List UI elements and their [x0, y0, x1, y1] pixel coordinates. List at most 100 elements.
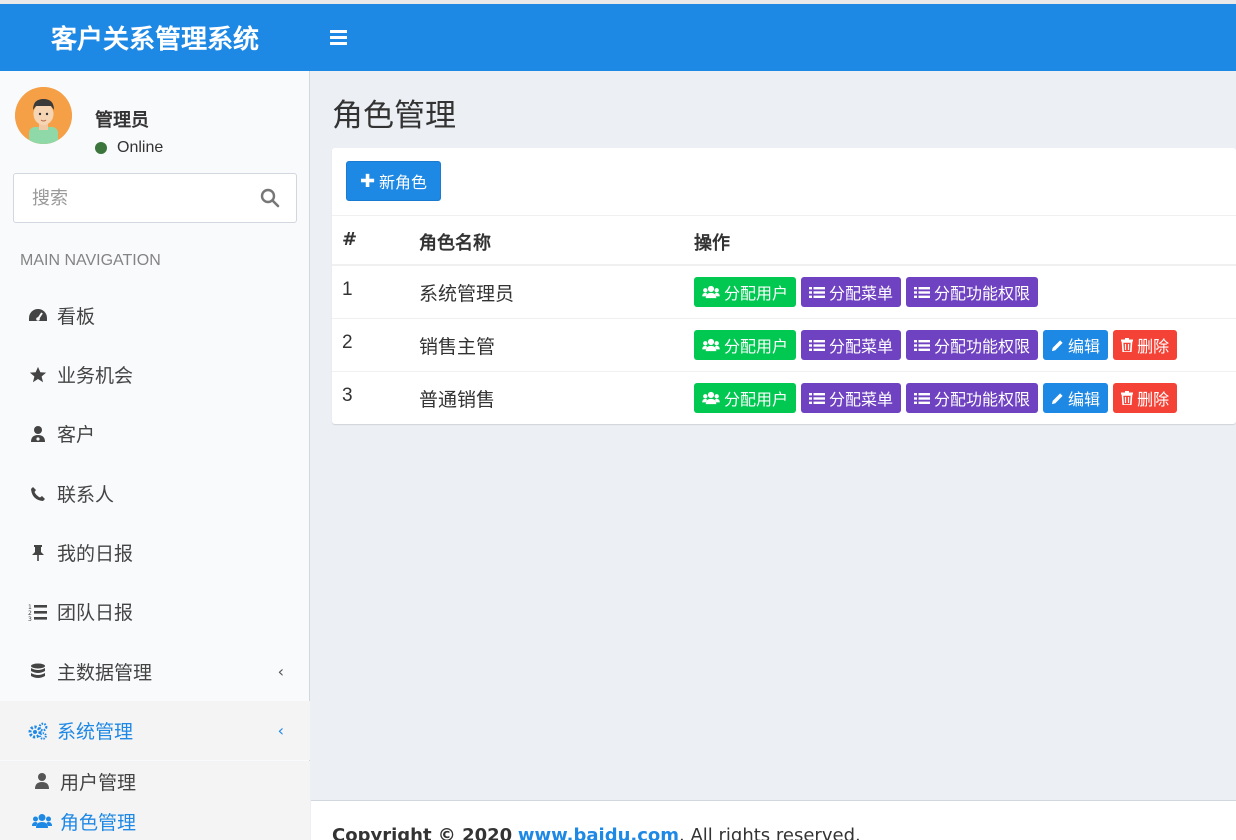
table-header: # 角色名称 操作 [332, 215, 1236, 266]
row-actions: 分配用户 分配菜单 分配功能权限 [694, 277, 1039, 307]
edit-button[interactable]: 编辑 [1043, 383, 1109, 413]
header: 客户关系管理系统 [0, 4, 1236, 71]
users-icon [702, 285, 720, 299]
row-actions: 分配用户 分配菜单 分配功能权限 编辑 删除 [694, 330, 1178, 360]
sidebar-item-customers[interactable]: 客户 [0, 404, 310, 463]
sidebar-item-contacts[interactable]: 联系人 [0, 464, 310, 523]
footer-link[interactable]: www.baidu.com [518, 825, 679, 840]
assign-menu-button[interactable]: 分配菜单 [801, 383, 902, 413]
star-icon [28, 365, 48, 385]
copyright-text: Copyright © 2020 [332, 825, 513, 840]
table-row: 2 销售主管 分配用户 分配菜单 分配功能权限 编辑 删除 [332, 319, 1236, 372]
assign-users-button[interactable]: 分配用户 [694, 383, 797, 413]
column-header-role-name: 角色名称 [419, 233, 491, 254]
thumbtack-icon [28, 543, 48, 563]
role-table-box: ✚ 新角色 # 角色名称 操作 1 系统管理员 分配用户 分配菜单 分配功能权限… [332, 148, 1236, 424]
pencil-icon [1051, 392, 1063, 404]
user-name: 管理员 [95, 110, 149, 131]
chevron-left-icon: ‹ [277, 662, 284, 681]
role-name: 销售主管 [419, 336, 496, 358]
row-actions: 分配用户 分配菜单 分配功能权限 编辑 删除 [694, 383, 1178, 413]
sidebar: 管理员 Online MAIN NAVIGATION 看板 业务机会 客户 [0, 71, 310, 840]
online-status-icon [95, 142, 107, 154]
sidebar-toggle-button[interactable] [330, 30, 347, 45]
edit-button[interactable]: 编辑 [1043, 330, 1109, 360]
chevron-left-icon: ‹ [277, 721, 284, 740]
user-panel: 管理员 Online [15, 87, 295, 156]
dashboard-icon [28, 306, 48, 326]
role-name: 普通销售 [419, 389, 496, 411]
new-role-button[interactable]: ✚ 新角色 [346, 161, 441, 201]
assign-users-button[interactable]: 分配用户 [694, 330, 797, 360]
column-header-number: # [342, 229, 358, 250]
sidebar-item-label: 角色管理 [60, 811, 137, 834]
users-icon [702, 338, 720, 352]
phone-icon [28, 484, 48, 504]
list-icon [914, 286, 931, 298]
search-form [13, 173, 297, 223]
sidebar-item-label: 团队日报 [57, 602, 134, 624]
assign-permissions-button[interactable]: 分配功能权限 [906, 330, 1039, 360]
sidebar-item-opportunities[interactable]: 业务机会 [0, 345, 310, 404]
pencil-icon [1051, 339, 1063, 351]
table-row: 3 普通销售 分配用户 分配菜单 分配功能权限 编辑 删除 [332, 372, 1236, 425]
list-ol-icon: 123 [28, 602, 48, 622]
assign-permissions-button[interactable]: 分配功能权限 [906, 277, 1039, 307]
assign-permissions-button[interactable]: 分配功能权限 [906, 383, 1039, 413]
delete-button[interactable]: 删除 [1113, 383, 1178, 413]
sidebar-item-label: 用户管理 [60, 771, 137, 794]
footer-text: Copyright © 2020 www.baidu.com. All righ… [332, 825, 861, 840]
svg-text:3: 3 [28, 616, 32, 621]
sidebar-item-label: 客户 [57, 424, 96, 446]
row-number: 1 [342, 279, 353, 300]
sidebar-item-label: 系统管理 [57, 721, 134, 743]
table-row: 1 系统管理员 分配用户 分配菜单 分配功能权限 [332, 266, 1236, 319]
sidebar-subitem-user-management[interactable]: 用户管理 [0, 761, 310, 801]
trash-icon [1121, 338, 1134, 352]
sidebar-item-label: 看板 [57, 306, 96, 328]
list-icon [809, 392, 826, 404]
row-number: 3 [342, 385, 353, 406]
sidebar-item-label: 我的日报 [57, 543, 134, 565]
list-icon [809, 286, 826, 298]
search-icon[interactable] [260, 188, 280, 208]
nav-header: MAIN NAVIGATION [20, 252, 161, 269]
sidebar-item-label: 主数据管理 [57, 662, 153, 684]
search-input[interactable] [14, 174, 234, 222]
sidebar-item-my-daily-report[interactable]: 我的日报 [0, 523, 310, 582]
sidebar-item-system-management[interactable]: 系统管理 ‹ [0, 701, 310, 760]
cogs-icon [28, 721, 48, 741]
assign-users-button[interactable]: 分配用户 [694, 277, 797, 307]
brand-logo[interactable]: 客户关系管理系统 [0, 19, 310, 56]
assign-menu-button[interactable]: 分配菜单 [801, 330, 902, 360]
sidebar-item-label: 业务机会 [57, 365, 134, 387]
database-icon [28, 662, 48, 682]
plus-icon: ✚ [359, 170, 376, 192]
sidebar-item-label: 联系人 [57, 484, 115, 506]
column-header-actions: 操作 [694, 233, 730, 254]
rights-text: . All rights reserved. [679, 825, 861, 840]
list-icon [809, 339, 826, 351]
users-icon [32, 811, 52, 831]
sidebar-item-dashboard[interactable]: 看板 [0, 286, 310, 345]
delete-button[interactable]: 删除 [1113, 330, 1178, 360]
user-icon [32, 771, 52, 791]
new-role-button-label: 新角色 [379, 173, 428, 192]
trash-icon [1121, 391, 1134, 405]
list-icon [914, 392, 931, 404]
sidebar-item-master-data[interactable]: 主数据管理 ‹ [0, 642, 310, 701]
sidebar-item-team-daily-report[interactable]: 123 团队日报 [0, 582, 310, 641]
user-md-icon [28, 424, 48, 444]
user-status[interactable]: Online [95, 139, 163, 157]
hamburger-icon [330, 30, 347, 33]
row-number: 2 [342, 332, 353, 353]
user-status-label: Online [117, 139, 164, 156]
avatar [15, 87, 72, 144]
sidebar-subitem-role-management[interactable]: 角色管理 [0, 801, 310, 840]
page-title: 角色管理 [332, 98, 456, 134]
role-name: 系统管理员 [419, 283, 515, 305]
list-icon [914, 339, 931, 351]
users-icon [702, 391, 720, 405]
footer: Copyright © 2020 www.baidu.com. All righ… [311, 800, 1236, 840]
assign-menu-button[interactable]: 分配菜单 [801, 277, 902, 307]
